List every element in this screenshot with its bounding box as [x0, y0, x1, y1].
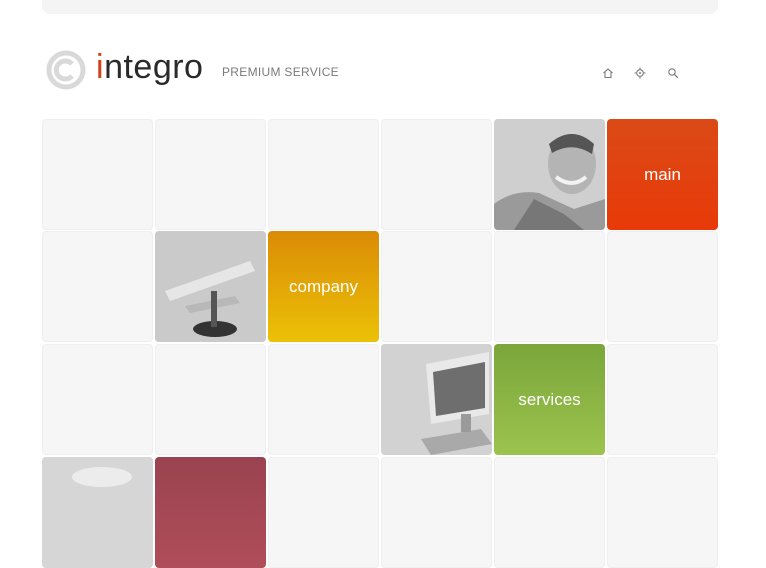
empty-tile: [268, 119, 379, 230]
empty-tile: [155, 119, 266, 230]
empty-tile: [42, 344, 153, 455]
top-bar: [42, 0, 718, 14]
target-icon[interactable]: [634, 66, 646, 79]
empty-tile: [381, 457, 492, 568]
maroon-tile[interactable]: [155, 457, 266, 568]
main-tile[interactable]: main: [607, 119, 718, 230]
photo-tile-man: [494, 119, 605, 230]
empty-tile: [494, 457, 605, 568]
main-tile-label: main: [644, 164, 681, 184]
empty-tile: [42, 231, 153, 342]
services-tile-label: services: [518, 389, 581, 409]
tagline: PREMIUM SERVICE: [222, 65, 339, 79]
search-icon[interactable]: [667, 66, 679, 79]
empty-tile: [607, 344, 718, 455]
empty-tile: [155, 344, 266, 455]
empty-tile: [268, 457, 379, 568]
photo-tile-clip: [155, 231, 266, 342]
logo-wordmark[interactable]: integro: [96, 48, 203, 87]
logo-name: ntegro: [104, 48, 204, 86]
empty-tile: [494, 231, 605, 342]
logo-icon: [46, 50, 86, 90]
services-tile[interactable]: services: [494, 344, 605, 455]
empty-tile: [268, 344, 379, 455]
company-tile[interactable]: company: [268, 231, 379, 342]
photo-tile-computer: [381, 344, 492, 455]
empty-tile: [607, 457, 718, 568]
empty-tile: [42, 119, 153, 230]
home-icon[interactable]: [602, 66, 614, 79]
photo-tile-cup: [42, 457, 153, 568]
empty-tile: [607, 231, 718, 342]
empty-tile: [381, 231, 492, 342]
empty-tile: [381, 119, 492, 230]
logo-initial: i: [96, 48, 105, 86]
company-tile-label: company: [289, 276, 358, 296]
